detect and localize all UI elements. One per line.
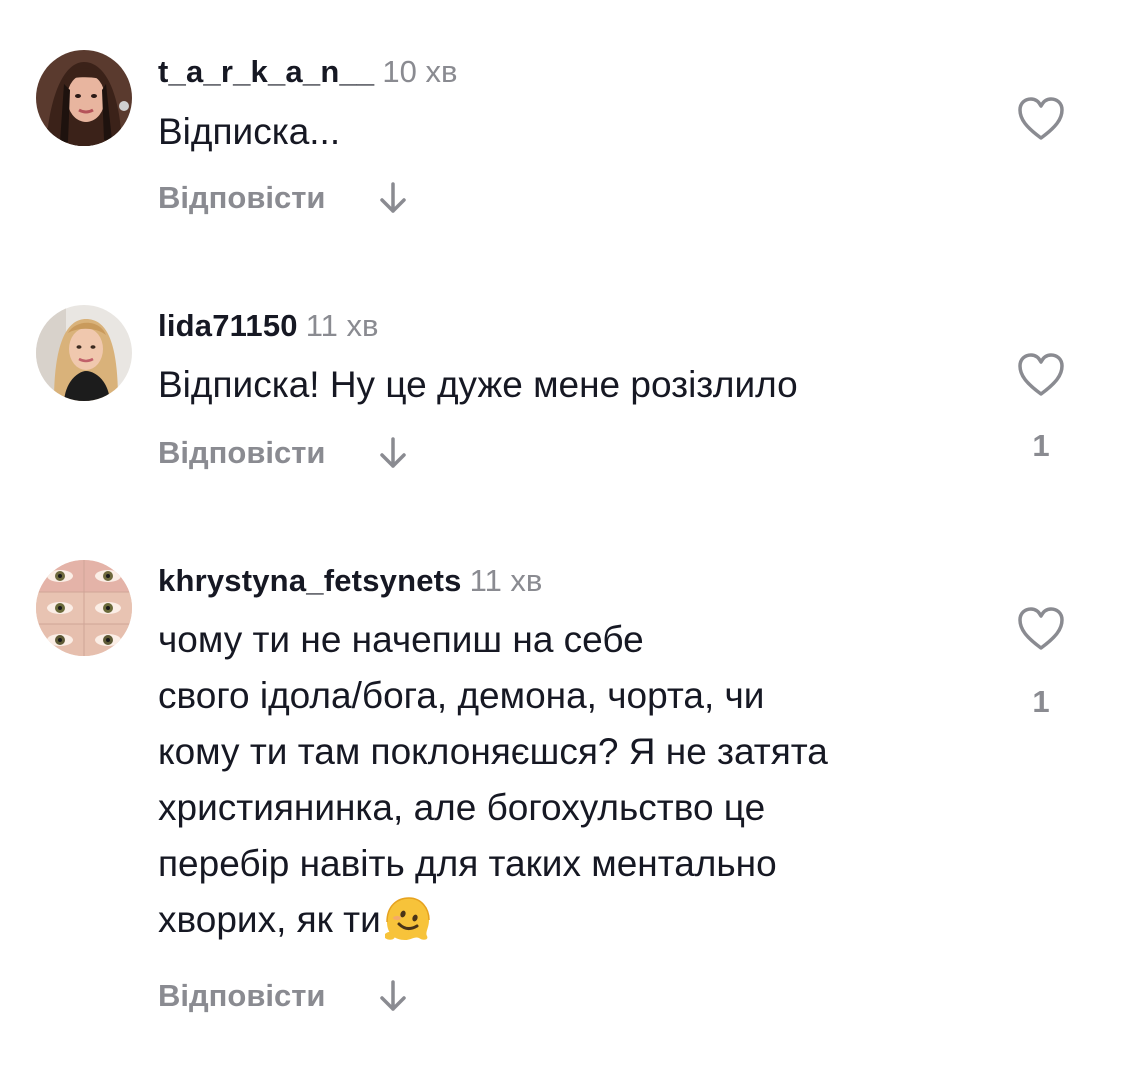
- comment-text-line: чому ти не начепиш на себе: [158, 619, 644, 660]
- comment-actions: Відповісти: [158, 976, 408, 1016]
- comment-text-line: хворих, як ти: [158, 899, 381, 940]
- arrow-down-icon[interactable]: [378, 979, 408, 1013]
- like-count: 1: [1032, 684, 1050, 719]
- avatar-photo: [36, 560, 132, 656]
- heart-outline-icon[interactable]: [1016, 606, 1066, 652]
- comment-text-line: кому ти там поклоняєшся? Я не затята: [158, 731, 828, 772]
- comment-item: khrystyna_fetsynets 11 хв чому ти не наче…: [0, 0, 1125, 1072]
- comment-meta: khrystyna_fetsynets 11 хв: [158, 561, 542, 607]
- melting-face-emoji: [381, 894, 433, 942]
- avatar[interactable]: [36, 560, 132, 656]
- comment-text-line-last: хворих, як ти: [158, 892, 828, 948]
- comment-text-line: перебір навіть для таких ментально: [158, 843, 777, 884]
- reply-button[interactable]: Відповісти: [158, 978, 326, 1014]
- comment-time: 11 хв: [469, 563, 543, 598]
- comment-text: чому ти не начепиш на себе свого ідола/б…: [158, 612, 828, 948]
- comment-text-line: християнинка, але богохульство це: [158, 787, 766, 828]
- comment-text-line: свого ідола/бога, демона, чорта, чи: [158, 675, 765, 716]
- username[interactable]: khrystyna_fetsynets: [158, 563, 462, 598]
